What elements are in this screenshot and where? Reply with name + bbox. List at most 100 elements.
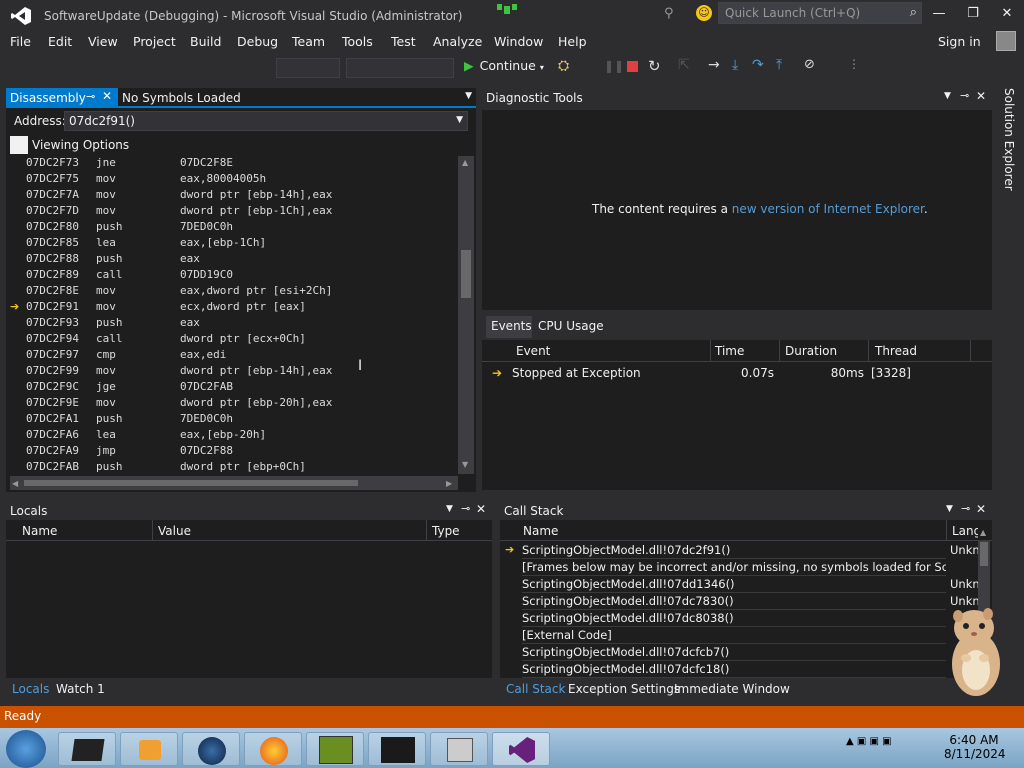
- column-time[interactable]: Time: [715, 344, 744, 358]
- firefox-icon[interactable]: [244, 732, 302, 766]
- process-icon[interactable]: ⛭: [558, 58, 569, 74]
- close-button[interactable]: ✕: [992, 2, 1022, 26]
- close-tab-icon[interactable]: ✕: [102, 89, 112, 103]
- break-all-icon[interactable]: ❚❚: [604, 59, 624, 73]
- call-stack-row[interactable]: [Frames below may be incorrect and/or mi…: [522, 559, 946, 576]
- column-duration[interactable]: Duration: [785, 344, 837, 358]
- tab-disassembly[interactable]: Disassembly ⊸ ✕: [6, 88, 118, 108]
- column-language[interactable]: Lang: [952, 524, 978, 538]
- scroll-up-icon[interactable]: ▲: [980, 528, 986, 537]
- column-thread[interactable]: Thread: [875, 344, 917, 358]
- menu-tools[interactable]: Tools: [342, 34, 373, 49]
- viewing-options[interactable]: Viewing Options: [10, 136, 476, 154]
- feedback-filter-icon[interactable]: ⚲: [664, 6, 674, 21]
- call-stack-row[interactable]: [External Code]: [522, 627, 946, 644]
- step-arrow-icon[interactable]: →: [708, 57, 720, 73]
- symbols-combo[interactable]: No Symbols Loaded ▼: [118, 88, 476, 108]
- minimize-button[interactable]: —: [924, 2, 954, 26]
- column-type[interactable]: Type: [432, 524, 460, 538]
- solution-explorer-tab[interactable]: Solution Explorer: [996, 86, 1016, 206]
- menu-view[interactable]: View: [88, 34, 118, 49]
- chevron-down-icon[interactable]: ▼: [446, 504, 453, 514]
- restore-button[interactable]: ❐: [958, 2, 988, 26]
- call-stack-row[interactable]: ScriptingObjectModel.dll!07dd1346(): [522, 576, 946, 593]
- chevron-down-icon[interactable]: ▼: [944, 91, 951, 101]
- account-icon[interactable]: [996, 31, 1016, 51]
- step-out-icon[interactable]: ⤒: [776, 57, 782, 73]
- scroll-up-icon[interactable]: ▲: [462, 158, 468, 167]
- continue-button[interactable]: ▶ Continue ▾: [464, 58, 548, 78]
- menu-window[interactable]: Window: [494, 34, 543, 49]
- notification-flag-icon[interactable]: [496, 4, 526, 18]
- taskbar-app-icon[interactable]: [58, 732, 116, 766]
- ie-update-link[interactable]: new version of Internet Explorer: [732, 202, 924, 216]
- media-player-icon[interactable]: [120, 732, 178, 766]
- step-into-icon[interactable]: ⤓: [732, 57, 738, 73]
- search-icon[interactable]: ⌕: [910, 5, 917, 20]
- disassembly-code[interactable]: 07DC2F73 jne 07DC2F8E 07DC2F75 mov eax,800040…: [10, 156, 458, 474]
- globe-app-icon[interactable]: [182, 732, 240, 766]
- system-tray-icons[interactable]: ▲ ▣ ▣ ▣: [846, 736, 892, 747]
- feedback-smiley-icon[interactable]: ☺: [696, 5, 712, 21]
- menu-team[interactable]: Team: [292, 34, 325, 49]
- disk-utility-icon[interactable]: [430, 732, 488, 766]
- menu-debug[interactable]: Debug: [237, 34, 278, 49]
- restart-icon[interactable]: ↻: [648, 57, 661, 75]
- tab-locals[interactable]: Locals: [12, 682, 49, 696]
- breakpoints-icon[interactable]: ⊘: [804, 57, 815, 72]
- show-next-statement-icon[interactable]: ⇱: [678, 57, 690, 73]
- column-event[interactable]: Event: [516, 344, 550, 358]
- address-input[interactable]: 07dc2f91() ▼: [64, 111, 468, 131]
- call-stack-row[interactable]: ScriptingObjectModel.dll!07dcfcb7(): [522, 644, 946, 661]
- game-box-icon[interactable]: [306, 732, 364, 766]
- tab-call-stack[interactable]: Call Stack: [506, 682, 565, 696]
- call-stack-row[interactable]: ScriptingObjectModel.dll!07dc7830(): [522, 593, 946, 610]
- tab-immediate-window[interactable]: Immediate Window: [674, 682, 790, 696]
- table-row[interactable]: ➔ Stopped at Exception 0.07s 80ms [3328]: [482, 364, 992, 382]
- toolbar-overflow-icon[interactable]: ⋮: [848, 57, 860, 71]
- column-value[interactable]: Value: [158, 524, 191, 538]
- close-icon[interactable]: ✕: [976, 89, 986, 103]
- visual-studio-taskbar-icon[interactable]: [492, 732, 550, 766]
- menu-build[interactable]: Build: [190, 34, 221, 49]
- scroll-left-icon[interactable]: ◀: [12, 479, 18, 488]
- menu-file[interactable]: File: [10, 34, 31, 49]
- tab-cpu-usage[interactable]: CPU Usage: [538, 319, 604, 333]
- step-over-icon[interactable]: ↷: [752, 57, 764, 73]
- quick-launch-input[interactable]: Quick Launch (Ctrl+Q) ⌕: [718, 2, 922, 24]
- menu-edit[interactable]: Edit: [48, 34, 72, 49]
- horizontal-scrollbar[interactable]: ◀ ▶: [10, 476, 458, 490]
- pin-icon[interactable]: ⊸: [86, 90, 95, 103]
- call-stack-row[interactable]: ScriptingObjectModel.dll!07dc2f91(): [522, 542, 946, 559]
- tab-exception-settings[interactable]: Exception Settings: [568, 682, 680, 696]
- scroll-right-icon[interactable]: ▶: [446, 479, 452, 488]
- menu-project[interactable]: Project: [133, 34, 176, 49]
- close-icon[interactable]: ✕: [976, 502, 986, 516]
- terminal-app-icon[interactable]: [368, 732, 426, 766]
- stop-debugging-icon[interactable]: [627, 61, 638, 72]
- chevron-down-icon[interactable]: ▼: [946, 504, 953, 514]
- scroll-thumb[interactable]: [461, 250, 471, 298]
- tab-watch-1[interactable]: Watch 1: [56, 682, 105, 696]
- scroll-down-icon[interactable]: ▼: [462, 460, 468, 469]
- menu-analyze[interactable]: Analyze: [433, 34, 482, 49]
- chevron-down-icon[interactable]: ▼: [456, 115, 463, 125]
- start-button-icon[interactable]: [6, 730, 46, 768]
- close-icon[interactable]: ✕: [476, 502, 486, 516]
- pin-icon[interactable]: ⊸: [461, 502, 470, 515]
- solution-configuration-select[interactable]: [276, 58, 340, 78]
- sign-in-link[interactable]: Sign in: [938, 34, 981, 49]
- scroll-thumb[interactable]: [980, 542, 988, 566]
- menu-test[interactable]: Test: [391, 34, 416, 49]
- column-name[interactable]: Name: [22, 524, 57, 538]
- column-name[interactable]: Name: [523, 524, 558, 538]
- call-stack-row[interactable]: ScriptingObjectModel.dll!07dc8038(): [522, 610, 946, 627]
- vertical-scrollbar[interactable]: ▲ ▼: [458, 156, 474, 474]
- call-stack-row[interactable]: ScriptingObjectModel.dll!07dcfc18(): [522, 661, 946, 678]
- viewing-options-checkbox[interactable]: [10, 136, 28, 154]
- menu-help[interactable]: Help: [558, 34, 587, 49]
- solution-platform-select[interactable]: [346, 58, 454, 78]
- pin-icon[interactable]: ⊸: [960, 89, 969, 102]
- scroll-thumb[interactable]: [24, 480, 358, 486]
- pin-icon[interactable]: ⊸: [961, 502, 970, 515]
